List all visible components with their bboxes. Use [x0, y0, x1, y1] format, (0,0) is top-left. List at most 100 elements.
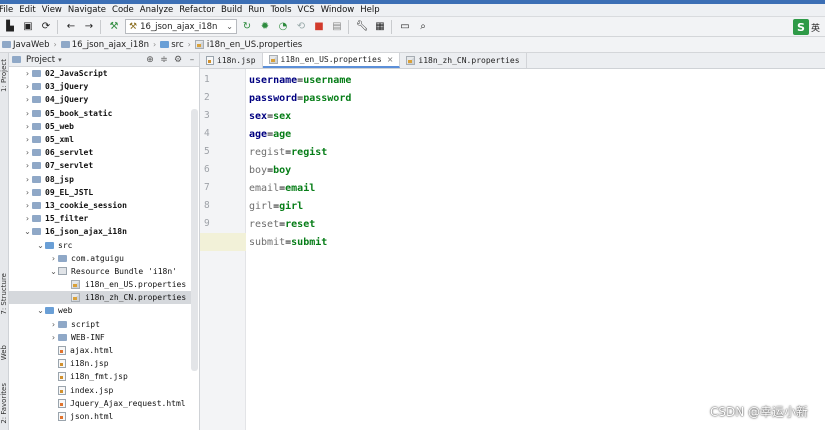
project-structure-icon[interactable]: ▦	[372, 19, 388, 35]
breadcrumb-item[interactable]: i18n_en_US.properties	[194, 40, 302, 50]
open-folder-icon[interactable]: ▙	[2, 19, 18, 35]
debug-bug-icon[interactable]: ✹	[257, 19, 273, 35]
tree-item[interactable]: › com.atguigu	[9, 252, 191, 265]
tool-window-project-tab[interactable]: 1: Project	[0, 59, 9, 92]
tree-item[interactable]: › 09_EL_JSTL	[9, 186, 191, 199]
menu-file[interactable]: File	[0, 5, 13, 15]
tree-item[interactable]: Jquery_Ajax_request.html	[9, 397, 191, 410]
collapsed-arrow-icon[interactable]: ›	[23, 201, 32, 210]
collapsed-arrow-icon[interactable]: ›	[23, 175, 32, 184]
code-line[interactable]: password = password	[249, 89, 351, 107]
collapsed-arrow-icon[interactable]: ›	[49, 333, 58, 342]
forward-arrow-icon[interactable]: →	[81, 19, 97, 35]
profile-icon[interactable]: ⟲	[293, 19, 309, 35]
expanded-arrow-icon[interactable]: ⌄	[36, 241, 45, 250]
close-icon[interactable]: ×	[387, 55, 394, 64]
tree-item[interactable]: ⌄ Resource Bundle 'i18n'	[9, 265, 191, 278]
ime-indicator[interactable]: S 英	[793, 17, 823, 37]
tree-item[interactable]: › 07_servlet	[9, 159, 191, 172]
menu-window[interactable]: Window	[321, 5, 355, 15]
search-icon[interactable]: ⌕	[415, 19, 431, 35]
collapsed-arrow-icon[interactable]: ›	[23, 122, 32, 131]
breadcrumb-item[interactable]: src	[160, 40, 184, 50]
menu-analyze[interactable]: Analyze	[140, 5, 174, 15]
terminal-icon[interactable]: ▭	[397, 19, 413, 35]
tree-item[interactable]: ajax.html	[9, 344, 191, 357]
collapsed-arrow-icon[interactable]: ›	[49, 320, 58, 329]
collapse-all-icon[interactable]: ≑	[158, 55, 170, 65]
editor-tab[interactable]: i18n_zh_CN.properties	[400, 53, 527, 68]
tree-item[interactable]: i18n.jsp	[9, 357, 191, 370]
menu-code[interactable]: Code	[112, 5, 134, 15]
menu-edit[interactable]: Edit	[19, 5, 35, 15]
run-configuration-dropdown[interactable]: ⚒ 16_json_ajax_i18n ⌄	[125, 19, 237, 34]
menu-run[interactable]: Run	[248, 5, 264, 15]
collapsed-arrow-icon[interactable]: ›	[23, 135, 32, 144]
hide-panel-icon[interactable]: –	[186, 55, 198, 65]
tree-item[interactable]: ⌄ web	[9, 304, 191, 317]
code-line[interactable]: boy = boy	[249, 161, 291, 179]
rerun-icon[interactable]: ↻	[239, 19, 255, 35]
stop-icon[interactable]: ■	[311, 19, 327, 35]
attach-icon[interactable]: ▤	[329, 19, 345, 35]
collapsed-arrow-icon[interactable]: ›	[23, 82, 32, 91]
tree-item[interactable]: › script	[9, 318, 191, 331]
code-line[interactable]: age = age	[249, 125, 291, 143]
code-line[interactable]: email = email	[249, 179, 315, 197]
collapsed-arrow-icon[interactable]: ›	[23, 188, 32, 197]
collapsed-arrow-icon[interactable]: ›	[23, 95, 32, 104]
tree-item[interactable]: › 05_web	[9, 120, 191, 133]
tree-item[interactable]: i18n_fmt.jsp	[9, 370, 191, 383]
expanded-arrow-icon[interactable]: ⌄	[49, 267, 58, 276]
locate-target-icon[interactable]: ⊕	[144, 55, 156, 65]
collapsed-arrow-icon[interactable]: ›	[49, 254, 58, 263]
tree-item[interactable]: › 03_jQuery	[9, 80, 191, 93]
build-hammer-icon[interactable]: ⚒	[106, 19, 122, 35]
tree-item[interactable]: ⌄ 16_json_ajax_i18n	[9, 225, 191, 238]
tree-item[interactable]: › WEB-INF	[9, 331, 191, 344]
tree-item[interactable]: › 04_jQuery	[9, 93, 191, 106]
code-editor[interactable]: username = username password = password sex = se…	[246, 69, 825, 430]
collapsed-arrow-icon[interactable]: ›	[23, 214, 32, 223]
breadcrumb-item[interactable]: JavaWeb	[2, 40, 50, 50]
editor-tab[interactable]: i18n_en_US.properties ×	[262, 53, 401, 68]
menu-vcs[interactable]: VCS	[298, 5, 315, 15]
project-panel-title[interactable]: Project	[26, 55, 55, 65]
tree-item[interactable]: › 05_xml	[9, 133, 191, 146]
code-line[interactable]: girl = girl	[249, 197, 303, 215]
code-line[interactable]: reset = reset	[249, 215, 315, 233]
tree-item[interactable]: › 02_JavaScript	[9, 67, 191, 80]
breadcrumb-item[interactable]: 16_json_ajax_i18n	[60, 40, 149, 50]
gear-icon[interactable]: ⚙	[172, 55, 184, 65]
collapsed-arrow-icon[interactable]: ›	[23, 161, 32, 170]
collapsed-arrow-icon[interactable]: ›	[23, 109, 32, 118]
menu-view[interactable]: View	[42, 5, 62, 15]
menu-help[interactable]: Help	[360, 5, 379, 15]
tree-item[interactable]: i18n_en_US.properties	[9, 278, 191, 291]
tree-item[interactable]: › 08_jsp	[9, 173, 191, 186]
tree-item[interactable]: › 06_servlet	[9, 146, 191, 159]
settings-wrench-icon[interactable]: 🔧︎	[354, 19, 370, 35]
collapsed-arrow-icon[interactable]: ›	[23, 69, 32, 78]
menu-build[interactable]: Build	[221, 5, 242, 15]
tree-item[interactable]: › 15_filter	[9, 212, 191, 225]
chevron-down-icon[interactable]: ▾	[58, 56, 62, 64]
menu-refactor[interactable]: Refactor	[179, 5, 215, 15]
save-icon[interactable]: ▣	[20, 19, 36, 35]
tree-item[interactable]: i18n_zh_CN.properties	[9, 291, 191, 305]
tree-item[interactable]: › 05_book_static	[9, 107, 191, 120]
tool-window-favorites-tab[interactable]: 2: Favorites	[0, 383, 9, 424]
expanded-arrow-icon[interactable]: ⌄	[23, 227, 32, 236]
tree-item[interactable]: index.jsp	[9, 384, 191, 397]
code-line[interactable]: username = username	[249, 71, 351, 89]
tree-item[interactable]: json.html	[9, 410, 191, 423]
code-line[interactable]: submit = submit	[249, 233, 327, 251]
tree-item[interactable]: ⌄ src	[9, 238, 191, 251]
tool-window-structure-tab[interactable]: 7: Structure	[0, 273, 9, 315]
code-line[interactable]: sex = sex	[249, 107, 291, 125]
menu-navigate[interactable]: Navigate	[68, 5, 106, 15]
back-arrow-icon[interactable]: ←	[63, 19, 79, 35]
project-tree-scrollbar[interactable]	[191, 109, 198, 371]
collapsed-arrow-icon[interactable]: ›	[23, 148, 32, 157]
sync-icon[interactable]: ⟳	[38, 19, 54, 35]
